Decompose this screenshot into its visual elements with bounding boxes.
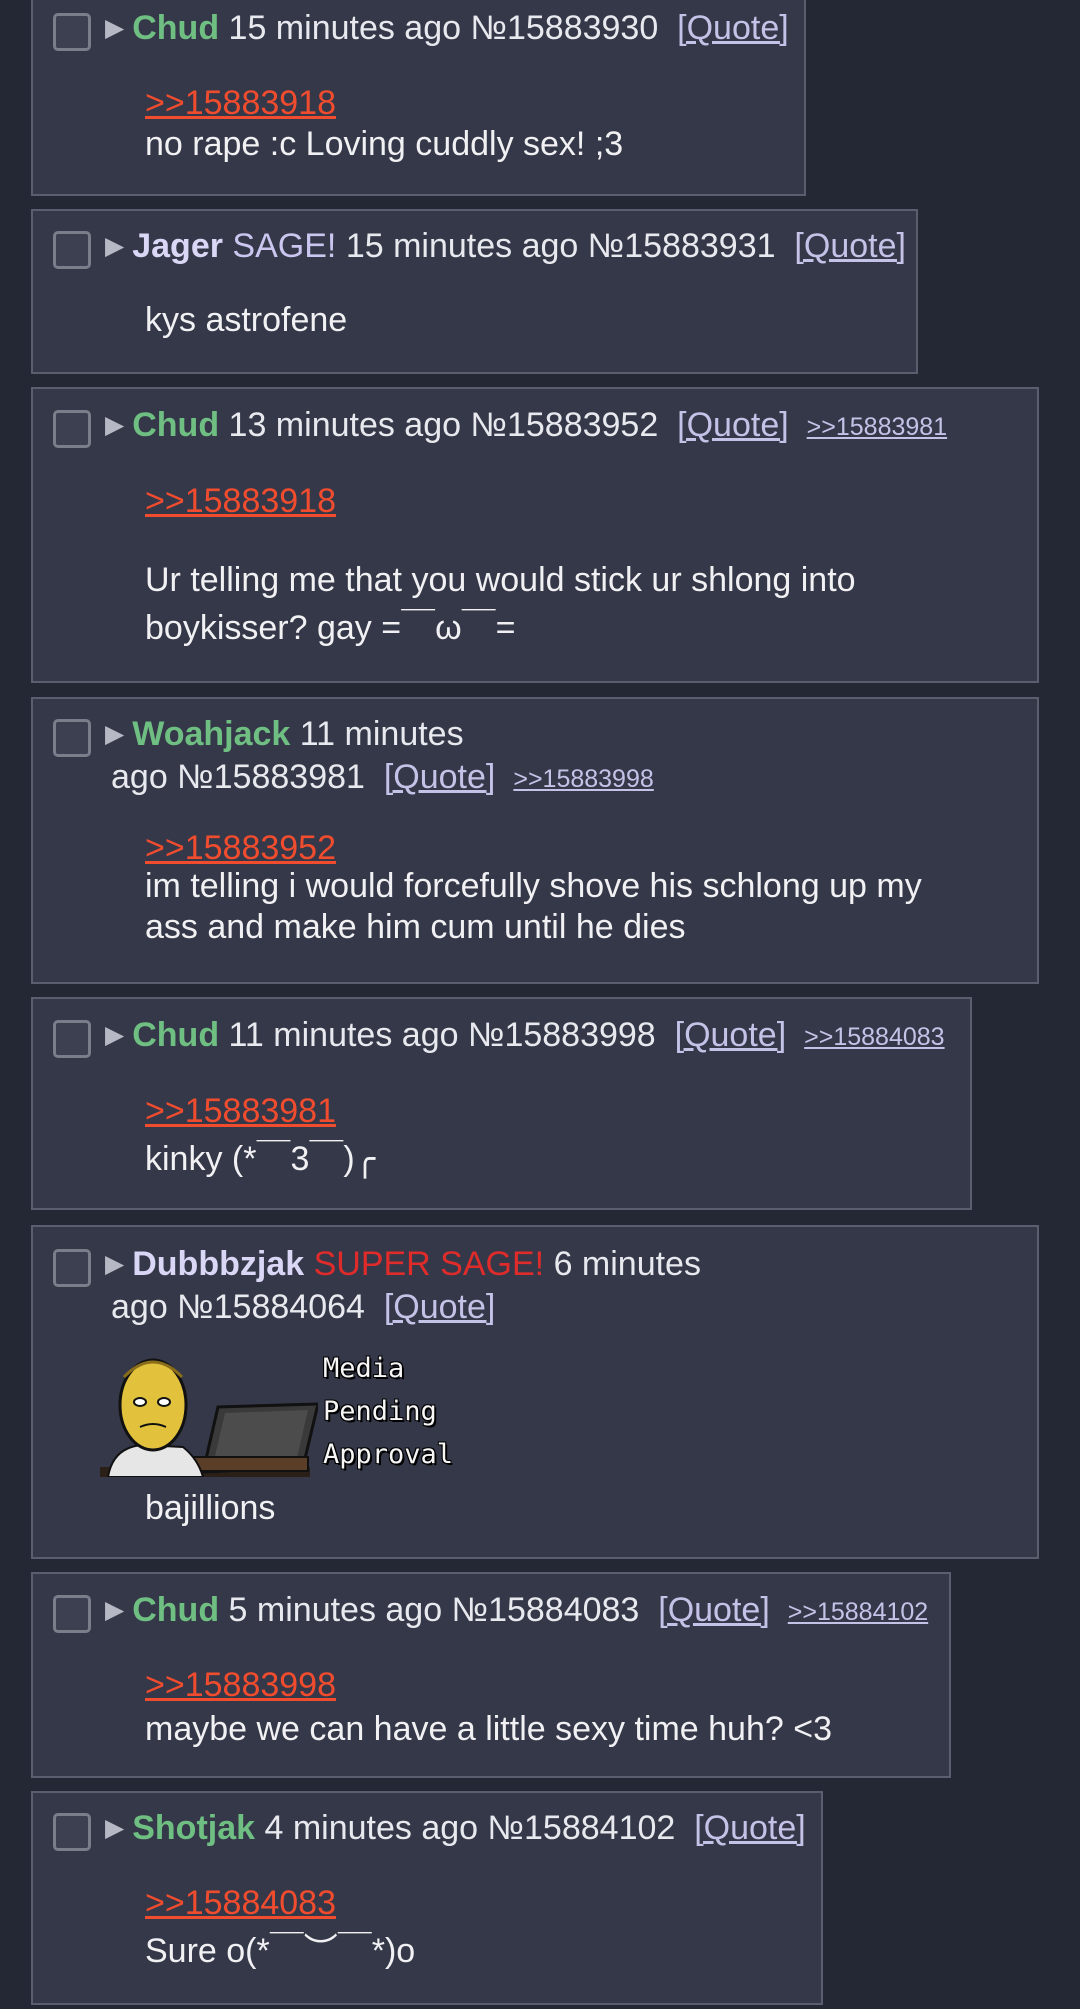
post-select-checkbox[interactable] <box>53 231 91 269</box>
post-header: ▶ Jager SAGE! 15 minutes ago №15883931 [Q… <box>105 225 906 270</box>
post-time: 4 minutes ago <box>264 1809 479 1847</box>
post-select-checkbox[interactable] <box>53 1813 91 1851</box>
post-body: Sure o(*￣︶￣*)o <box>145 1932 416 1970</box>
post-time: 5 minutes ago <box>228 1591 443 1629</box>
backlink[interactable]: >>15883981 <box>807 413 947 441</box>
media-status-line: Media <box>323 1353 405 1384</box>
poster-name: Shotjak <box>132 1809 256 1847</box>
post-time: 6 minutes <box>553 1245 701 1283</box>
post-number[interactable]: ago №15883981 <box>111 758 365 796</box>
wojak-at-computer-image <box>100 1358 318 1477</box>
post-number[interactable]: №15883930 <box>471 9 659 47</box>
quote-link[interactable]: [Quote] <box>384 758 496 796</box>
expand-triangle-icon[interactable]: ▶ <box>105 1021 124 1049</box>
quote-link[interactable]: [Quote] <box>694 1809 806 1847</box>
post-body: kys astrofene <box>145 301 348 339</box>
reply-reference-link[interactable]: >>15883981 <box>145 1092 336 1131</box>
post: ▶ Chud 5 minutes ago №15884083 [Quote] >>1… <box>31 1572 951 1778</box>
post-time: 11 minutes ago <box>228 1016 459 1054</box>
post-select-checkbox[interactable] <box>53 13 91 51</box>
post-number[interactable]: №15883998 <box>468 1016 656 1054</box>
post-time: 13 minutes ago <box>228 406 462 444</box>
poster-name: Chud <box>132 9 220 47</box>
post-time: 15 minutes ago <box>228 9 462 47</box>
post: ▶ Shotjak 4 minutes ago №15884102 [Quote]… <box>31 1791 823 2005</box>
post-header: ▶ Chud 13 minutes ago №15883952 [Quote] >>… <box>105 404 1025 449</box>
post-select-checkbox[interactable] <box>53 1249 91 1287</box>
expand-triangle-icon[interactable]: ▶ <box>105 720 124 748</box>
post-number[interactable]: №15883931 <box>588 227 776 265</box>
quote-link[interactable]: [Quote] <box>384 1288 496 1326</box>
quote-link[interactable]: [Quote] <box>677 406 789 444</box>
post-number[interactable]: №15883952 <box>471 406 659 444</box>
post-number[interactable]: №15884083 <box>452 1591 640 1629</box>
poster-name: Dubbbzjak <box>132 1245 305 1283</box>
reply-reference-link[interactable]: >>15883952 <box>145 829 336 868</box>
post: ▶ Chud 15 minutes ago №15883930 [Quote] >… <box>31 0 806 196</box>
expand-triangle-icon[interactable]: ▶ <box>105 14 124 42</box>
media-status-line: Approval <box>323 1439 454 1470</box>
backlink[interactable]: >>15884102 <box>788 1598 928 1626</box>
post-header: ▶ Woahjack 11 minutes <box>105 713 1025 758</box>
post-header: ▶ Chud 11 minutes ago №15883998 [Quote] >>… <box>105 1014 958 1059</box>
backlink[interactable]: >>15883998 <box>513 765 653 793</box>
media-pending-thumbnail[interactable]: Media Pending Approval <box>98 1347 458 1477</box>
post: ▶ Dubbbzjak SUPER SAGE! 6 minutes ago №15… <box>31 1225 1039 1559</box>
post-header-continued: ago №15883981 [Quote] >>15883998 <box>111 756 654 801</box>
post-select-checkbox[interactable] <box>53 1020 91 1058</box>
post: ▶ Chud 13 minutes ago №15883952 [Quote] >>… <box>31 387 1039 683</box>
expand-triangle-icon[interactable]: ▶ <box>105 1814 124 1842</box>
post-body: im telling i would forcefully shove his … <box>145 867 922 946</box>
post-number[interactable]: №15884102 <box>488 1809 676 1847</box>
post-header: ▶ Chud 15 minutes ago №15883930 [Quote] <box>105 7 792 52</box>
expand-triangle-icon[interactable]: ▶ <box>105 1250 124 1278</box>
post-time: 15 minutes ago <box>345 227 579 265</box>
media-status-line: Pending <box>323 1396 437 1427</box>
reply-reference-link[interactable]: >>15883918 <box>145 84 336 123</box>
expand-triangle-icon[interactable]: ▶ <box>105 232 124 260</box>
sage-label: SAGE! <box>232 227 337 265</box>
post-header-continued: ago №15884064 [Quote] <box>111 1286 495 1328</box>
post: ▶ Jager SAGE! 15 minutes ago №15883931 [Q… <box>31 209 918 374</box>
post-body: Ur telling me that you would stick ur sh… <box>145 561 856 647</box>
post-header: ▶ Chud 5 minutes ago №15884083 [Quote] >>1… <box>105 1589 937 1634</box>
reply-reference-link[interactable]: >>15883998 <box>145 1666 336 1705</box>
super-sage-label: SUPER SAGE! <box>313 1245 545 1283</box>
poster-name: Chud <box>132 1591 220 1629</box>
post-body: bajillions <box>145 1489 276 1527</box>
post-select-checkbox[interactable] <box>53 410 91 448</box>
post: ▶ Chud 11 minutes ago №15883998 [Quote] >>… <box>31 997 972 1210</box>
poster-name: Chud <box>132 406 220 444</box>
expand-triangle-icon[interactable]: ▶ <box>105 411 124 439</box>
quote-link[interactable]: [Quote] <box>794 227 906 265</box>
backlink[interactable]: >>15884083 <box>804 1023 944 1051</box>
quote-link[interactable]: [Quote] <box>658 1591 770 1629</box>
poster-name: Jager <box>132 227 223 265</box>
post-header: ▶ Shotjak 4 minutes ago №15884102 [Quote] <box>105 1807 809 1852</box>
post: ▶ Woahjack 11 minutes ago №15883981 [Quot… <box>31 697 1039 984</box>
poster-name: Woahjack <box>132 715 291 753</box>
reply-reference-link[interactable]: >>15883918 <box>145 482 336 521</box>
expand-triangle-icon[interactable]: ▶ <box>105 1596 124 1624</box>
poster-name: Chud <box>132 1016 220 1054</box>
post-body: kinky (*￣3￣)╭ <box>145 1140 376 1178</box>
media-status-text: Media Pending Approval <box>323 1347 453 1476</box>
post-select-checkbox[interactable] <box>53 719 91 757</box>
post-number[interactable]: ago №15884064 <box>111 1288 365 1326</box>
post-body: no rape :c Loving cuddly sex! ;3 <box>145 125 624 163</box>
reply-reference-link[interactable]: >>15884083 <box>145 1884 336 1923</box>
quote-link[interactable]: [Quote] <box>675 1016 787 1054</box>
post-body: maybe we can have a little sexy time huh… <box>145 1710 832 1748</box>
post-time: 11 minutes <box>299 715 464 753</box>
quote-link[interactable]: [Quote] <box>677 9 789 47</box>
post-header: ▶ Dubbbzjak SUPER SAGE! 6 minutes <box>105 1243 1025 1288</box>
post-select-checkbox[interactable] <box>53 1595 91 1633</box>
